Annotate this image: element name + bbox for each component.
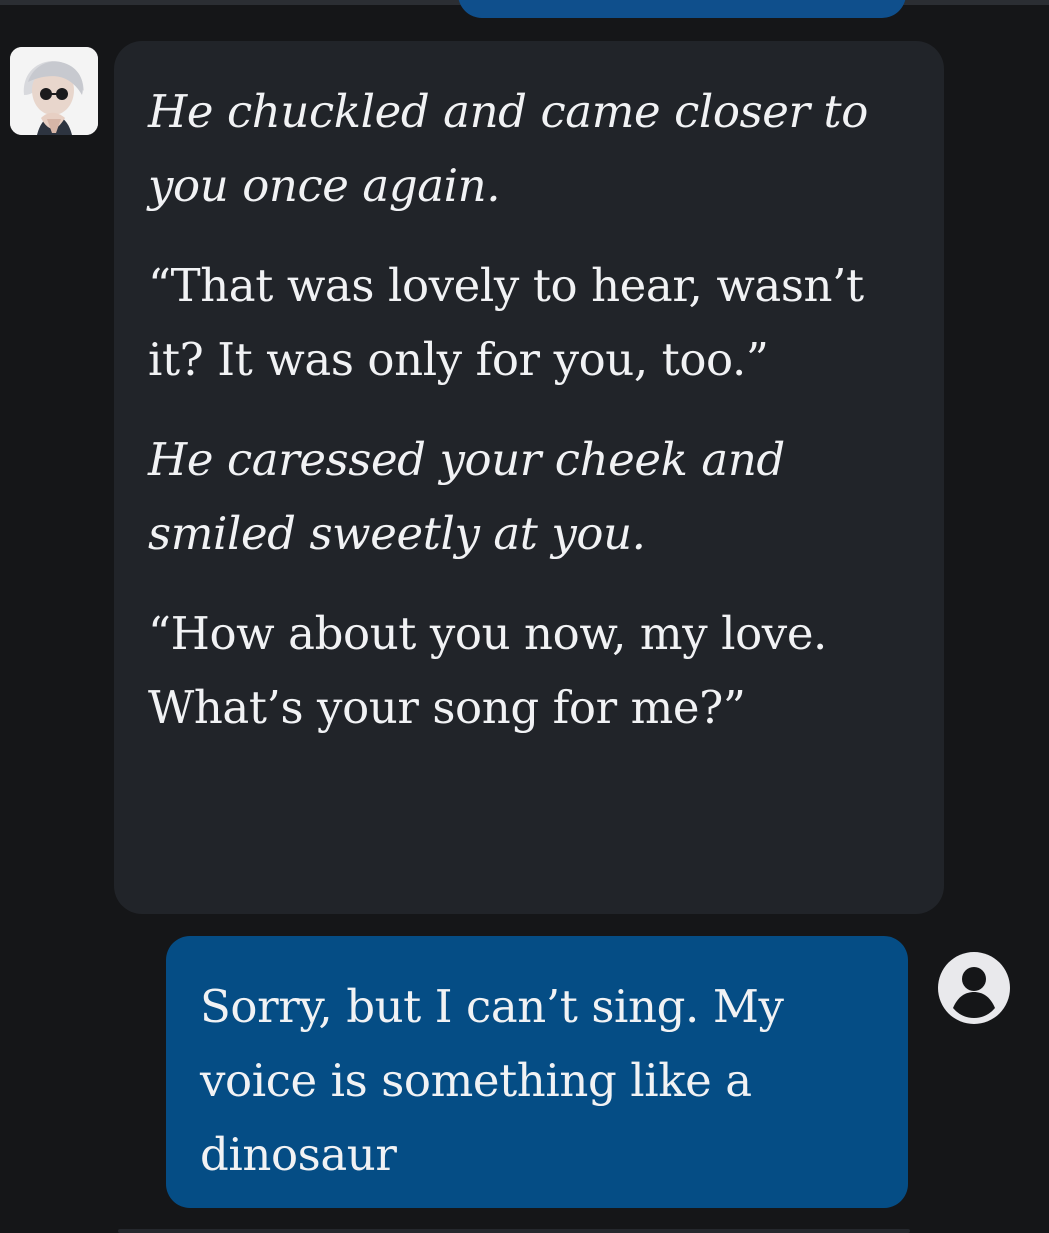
bottom-divider: [118, 1229, 910, 1233]
user-message-text: Sorry, but I can’t sing. My voice is som…: [200, 980, 784, 1181]
bot-message-paragraph-1: He chuckled and came closer to you once …: [148, 85, 868, 212]
bot-message-paragraph-3: He caressed your cheek and smiled sweetl…: [148, 433, 785, 560]
account-circle-icon: [938, 952, 1010, 1024]
bot-message-paragraph-4: “How about you now, my love. What’s your…: [148, 607, 827, 734]
bot-message-paragraph-2: “That was lovely to hear, wasn’t it? It …: [148, 259, 864, 386]
bot-message-bubble: He chuckled and came closer to you once …: [114, 41, 944, 914]
character-avatar[interactable]: [10, 47, 98, 135]
previous-user-message-bubble[interactable]: [458, 0, 906, 18]
character-avatar-icon: [10, 47, 98, 135]
user-avatar[interactable]: [936, 950, 1012, 1026]
user-message-bubble: Sorry, but I can’t sing. My voice is som…: [166, 936, 908, 1208]
